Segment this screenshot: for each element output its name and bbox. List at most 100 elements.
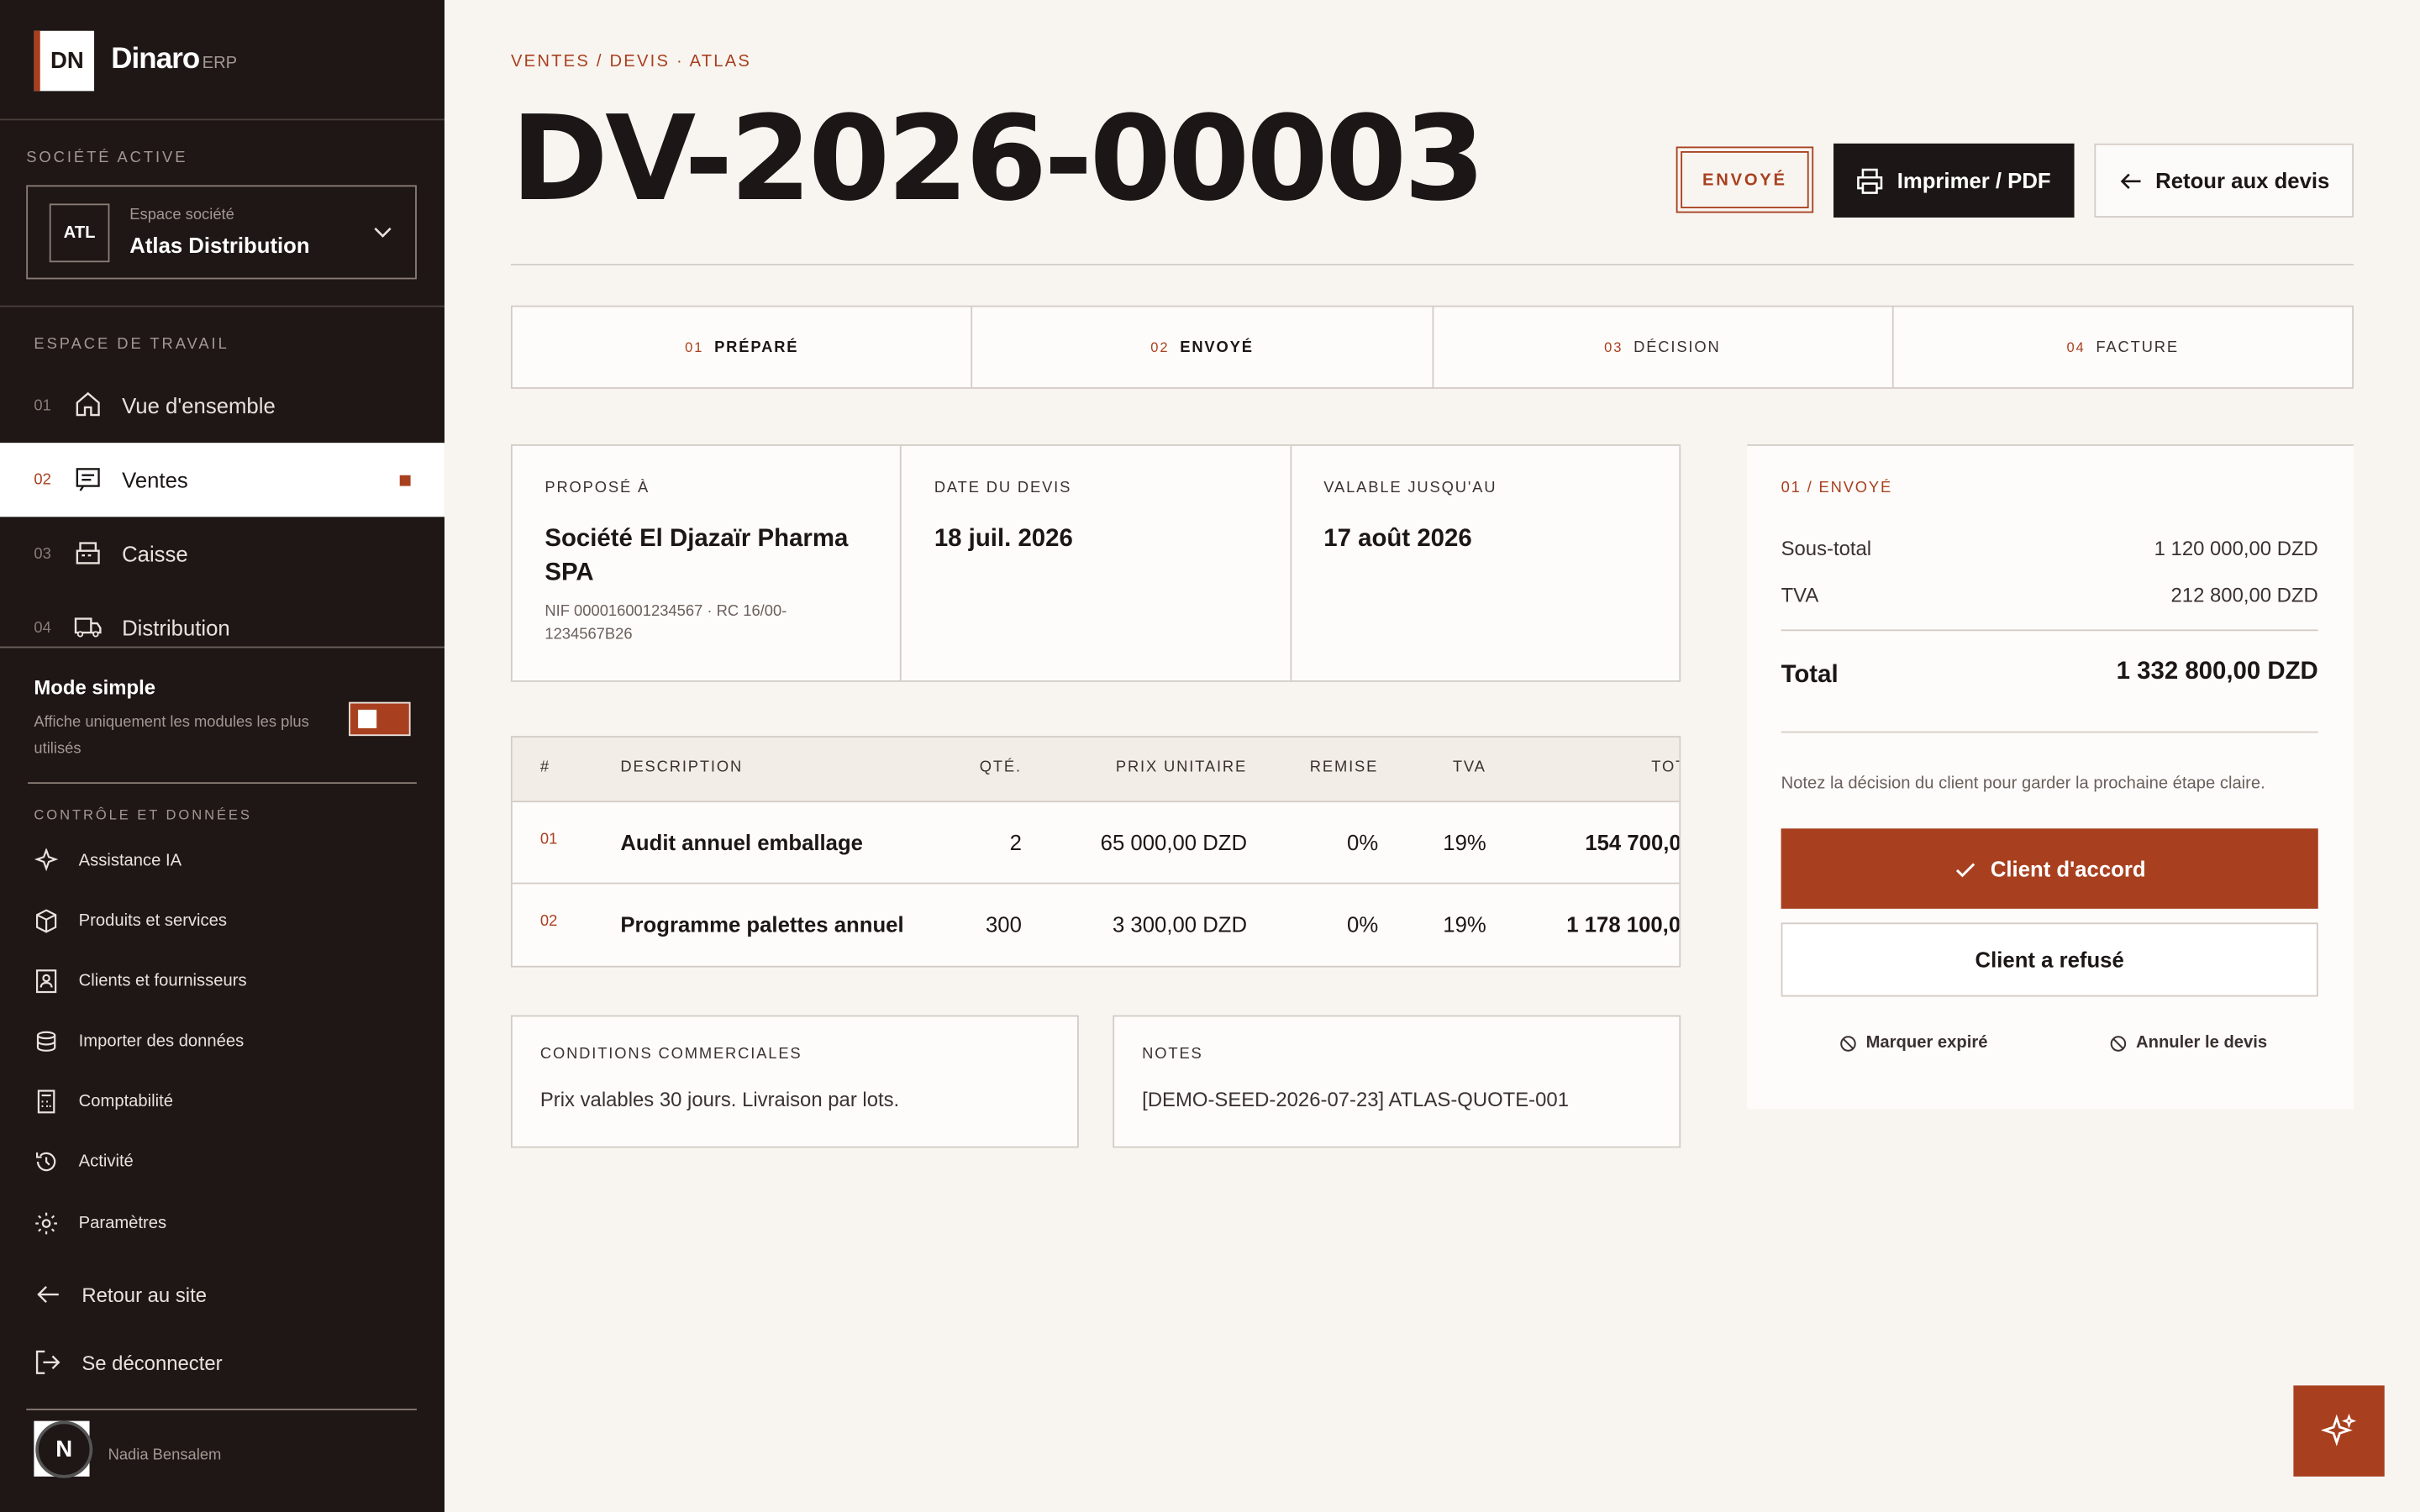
nav-label: Vue d'ensemble — [122, 393, 276, 418]
company-switcher[interactable]: ATL Espace société Atlas Distribution — [26, 185, 417, 280]
quote-date: 18 juil. 2026 — [934, 526, 1073, 553]
table-row[interactable]: 01 Audit annuel emballage 2 65 000,00 DZ… — [512, 802, 1680, 885]
decision-hint: Notez la décision du client pour garder … — [1781, 774, 2265, 794]
company-small-label: Espace société — [129, 207, 234, 224]
ctl-label: Clients et fournisseurs — [78, 972, 247, 991]
step-label: FACTURE — [2096, 339, 2179, 356]
ctl-item-accounting[interactable]: Comptabilité — [34, 1086, 173, 1117]
divider — [1781, 731, 2318, 733]
mode-simple-title: Mode simple — [34, 675, 156, 700]
nav-item-overview[interactable]: 01 Vue d'ensemble — [0, 369, 445, 443]
mark-expired-link[interactable]: Marquer expiré — [1839, 1034, 1987, 1053]
mode-simple-desc: Affiche uniquement les modules les plus … — [34, 714, 309, 758]
nav-item-sales[interactable]: 02 Ventes — [0, 443, 445, 517]
row-num: 01 — [539, 831, 558, 849]
row-qty: 300 — [986, 911, 1022, 937]
ctl-item-ai[interactable]: Assistance IA — [34, 846, 182, 877]
divider — [0, 305, 445, 307]
conditions-label: CONDITIONS COMMERCIALES — [539, 1046, 802, 1063]
ctl-label: Importer des données — [78, 1032, 245, 1051]
quote-info: PROPOSÉ À Société El Djazaïr Pharma SPA … — [510, 444, 1681, 682]
row-total: 1 178 100,00 DZD — [1566, 911, 1681, 937]
subtotal-row: Sous-total 1 120 000,00 DZD — [1781, 537, 2318, 560]
nav-num: 01 — [34, 396, 51, 415]
valid-date: 17 août 2026 — [1323, 526, 1472, 553]
step-label: ENVOYÉ — [1180, 339, 1254, 356]
summary-panel: 01 / ENVOYÉ Sous-total 1 120 000,00 DZD … — [1747, 444, 2354, 1110]
row-tva: 19% — [1443, 911, 1486, 937]
divider — [1781, 629, 2318, 632]
line-items-table: # DESCRIPTION QTÉ. PRIX UNITAIRE REMISE … — [510, 736, 1681, 968]
ctl-item-settings[interactable]: Paramètres — [34, 1208, 166, 1239]
ctl-item-import[interactable]: Importer des données — [34, 1026, 244, 1057]
nav-num: 03 — [34, 545, 51, 563]
sparkle-icon — [34, 848, 59, 872]
ctl-label: Produits et services — [78, 911, 227, 931]
row-qty: 2 — [1009, 830, 1022, 855]
divider — [510, 264, 2354, 265]
step-num: 01 — [685, 339, 704, 355]
total-value: 1 332 800,00 DZD — [2116, 659, 2318, 685]
step-decision: 03 DÉCISION — [1433, 307, 1894, 388]
step-prepared: 01 PRÉPARÉ — [513, 307, 973, 388]
total-label: Total — [1781, 661, 1839, 689]
tva-value: 212 800,00 DZD — [2170, 583, 2318, 606]
table-row[interactable]: 02 Programme palettes annuel 300 3 300,0… — [513, 884, 1681, 965]
arrow-left-icon — [2119, 172, 2140, 189]
sidebar: DN Dinaro ERP SOCIÉTÉ ACTIVE ATL Espace … — [0, 0, 445, 1512]
company-name: Atlas Distribution — [129, 233, 310, 258]
nav-item-cash[interactable]: 03 Caisse — [0, 517, 445, 591]
company-code: ATL — [49, 203, 110, 263]
box-icon — [35, 909, 57, 933]
conditions-value: Prix valables 30 jours. Livraison par lo… — [539, 1087, 900, 1111]
cancel-quote-link[interactable]: Annuler le devis — [2110, 1034, 2267, 1053]
nav-label: Distribution — [122, 615, 230, 641]
ctl-label: Activité — [78, 1152, 134, 1172]
avatar-letter: N — [35, 1420, 93, 1478]
arrow-left-icon — [37, 1285, 59, 1304]
back-to-site-link[interactable]: Retour au site — [34, 1276, 207, 1313]
ctl-label: Assistance IA — [78, 851, 182, 870]
step-num: 03 — [1604, 339, 1623, 355]
page-title: DV-2026-00003 — [510, 89, 1486, 227]
home-icon — [76, 391, 100, 417]
client-refuse-label: Client a refusé — [1975, 947, 2124, 973]
main-content: VENTES / DEVIS · ATLAS DV-2026-00003 ENV… — [445, 0, 2420, 1512]
ban-icon — [2110, 1035, 2127, 1051]
client-accept-label: Client d'accord — [1990, 856, 2146, 881]
logout-link[interactable]: Se déconnecter — [34, 1344, 223, 1381]
notes-value: [DEMO-SEED-2026-07-23] ATLAS-QUOTE-001 — [1142, 1087, 1569, 1111]
ctl-item-products[interactable]: Produits et services — [34, 906, 227, 937]
contacts-icon — [35, 969, 57, 994]
ctl-item-contacts[interactable]: Clients et fournisseurs — [34, 966, 247, 997]
user-name: Nadia Bensalem — [108, 1446, 222, 1465]
row-unit-price: 3 300,00 DZD — [1112, 911, 1248, 937]
ai-assistant-button[interactable] — [2293, 1385, 2385, 1477]
cancel-quote-label: Annuler le devis — [2136, 1033, 2268, 1053]
divider — [0, 118, 445, 121]
nav-label: Ventes — [122, 467, 188, 492]
subtotal-label: Sous-total — [1781, 537, 1872, 560]
ctl-item-activity[interactable]: Activité — [34, 1147, 134, 1178]
back-to-quotes-button[interactable]: Retour aux devis — [2094, 143, 2354, 218]
row-tva: 19% — [1443, 830, 1486, 855]
client-accept-button[interactable]: Client d'accord — [1781, 828, 2318, 909]
brand-name: Dinaro — [111, 43, 200, 76]
print-pdf-button[interactable]: Imprimer / PDF — [1833, 143, 2075, 218]
row-unit-price: 65 000,00 DZD — [1100, 830, 1248, 855]
logout-label: Se déconnecter — [82, 1351, 223, 1374]
notes-label: NOTES — [1142, 1046, 1203, 1063]
nav-num: 04 — [34, 619, 51, 637]
nav-item-distribution[interactable]: 04 Distribution — [0, 591, 445, 664]
step-label: PRÉPARÉ — [714, 339, 799, 356]
avatar[interactable]: N — [34, 1420, 93, 1478]
nav-num: 02 — [34, 471, 51, 489]
row-description: Programme palettes annuel — [620, 911, 904, 937]
client-ids: NIF 000016001234567 · RC 16/00-1234567B2… — [544, 603, 787, 643]
status-badge-label: ENVOYÉ — [1681, 150, 1809, 208]
client-refuse-button[interactable]: Client a refusé — [1781, 922, 2318, 997]
mode-simple-toggle[interactable] — [349, 701, 411, 737]
step-num: 04 — [2066, 339, 2086, 355]
brand-sub: ERP — [202, 54, 238, 73]
commercial-conditions: CONDITIONS COMMERCIALES Prix valables 30… — [510, 1015, 1079, 1148]
